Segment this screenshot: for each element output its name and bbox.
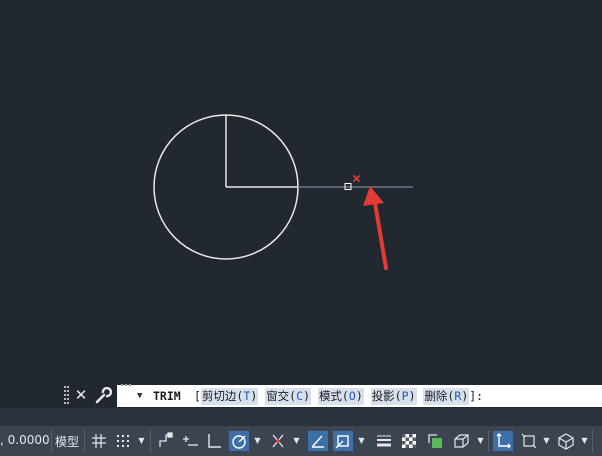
- ortho-icon[interactable]: [204, 431, 224, 451]
- option-cutting-edges[interactable]: 剪切边(T): [200, 388, 259, 405]
- chevron-down-icon[interactable]: ▼: [357, 431, 366, 451]
- layout-tabs-strip: [0, 408, 602, 426]
- isodraft-icon[interactable]: [268, 431, 288, 451]
- option-crossing[interactable]: 窗交(C): [265, 388, 311, 405]
- 3d-object-snap-icon[interactable]: [451, 431, 471, 451]
- chevron-down-icon[interactable]: ▼: [253, 431, 262, 451]
- annotation-arrow: [363, 186, 388, 270]
- polar-tracking-icon[interactable]: [229, 431, 249, 451]
- selection-cycling-icon[interactable]: [425, 431, 445, 451]
- divider: [592, 430, 593, 452]
- transparency-icon[interactable]: [399, 431, 419, 451]
- chevron-down-icon[interactable]: ▼: [542, 431, 551, 451]
- infer-constraints-icon[interactable]: [156, 431, 176, 451]
- history-grip[interactable]: [121, 384, 133, 388]
- lineweight-icon[interactable]: [374, 431, 394, 451]
- option-erase[interactable]: 删除(R): [423, 388, 470, 405]
- grid-icon[interactable]: [89, 431, 109, 451]
- dynamic-ucs-icon[interactable]: [493, 431, 513, 451]
- command-history-dropdown-icon[interactable]: ▼: [137, 385, 142, 407]
- coordinate-readout[interactable]: , 0.0000: [0, 433, 50, 447]
- close-bracket: ]:: [469, 389, 484, 403]
- open-bracket: [: [194, 389, 201, 403]
- command-options: [剪切边(T) 窗交(C) 模式(O) 投影(P) 删除(R)]:: [194, 385, 483, 407]
- divider: [488, 430, 489, 452]
- gizmo-icon[interactable]: [556, 431, 576, 451]
- snap-icon[interactable]: [113, 431, 133, 451]
- chevron-down-icon[interactable]: ▼: [580, 431, 589, 451]
- divider: [51, 430, 52, 452]
- dynamic-input-icon[interactable]: [180, 431, 200, 451]
- wrench-icon[interactable]: [94, 387, 112, 405]
- option-project[interactable]: 投影(P): [370, 388, 417, 405]
- divider: [150, 430, 151, 452]
- close-icon[interactable]: ✕: [74, 385, 88, 405]
- option-mode[interactable]: 模式(O): [317, 388, 364, 405]
- command-line-bar: ✕ ▼ TRIM [剪切边(T) 窗交(C) 模式(O) 投影(P) 删除(R)…: [0, 383, 602, 408]
- chevron-down-icon[interactable]: ▼: [292, 431, 301, 451]
- status-bar: , 0.0000 模型 ▼ ▼ ▼ ▼ ▼ ▼ ▼: [0, 426, 602, 456]
- trim-marker: [352, 174, 361, 183]
- drag-handle[interactable]: [64, 386, 70, 405]
- command-name: TRIM: [153, 389, 181, 403]
- object-snap-tracking-icon[interactable]: [308, 431, 328, 451]
- drawing-canvas[interactable]: [0, 0, 602, 383]
- chevron-down-icon[interactable]: ▼: [137, 431, 146, 451]
- command-input[interactable]: ▼ TRIM [剪切边(T) 窗交(C) 模式(O) 投影(P) 删除(R)]:: [117, 384, 602, 407]
- divider: [84, 430, 85, 452]
- object-snap-icon[interactable]: [333, 431, 353, 451]
- chevron-down-icon[interactable]: ▼: [476, 431, 485, 451]
- model-space-button[interactable]: 模型: [55, 433, 79, 450]
- selection-filter-icon[interactable]: [519, 431, 539, 451]
